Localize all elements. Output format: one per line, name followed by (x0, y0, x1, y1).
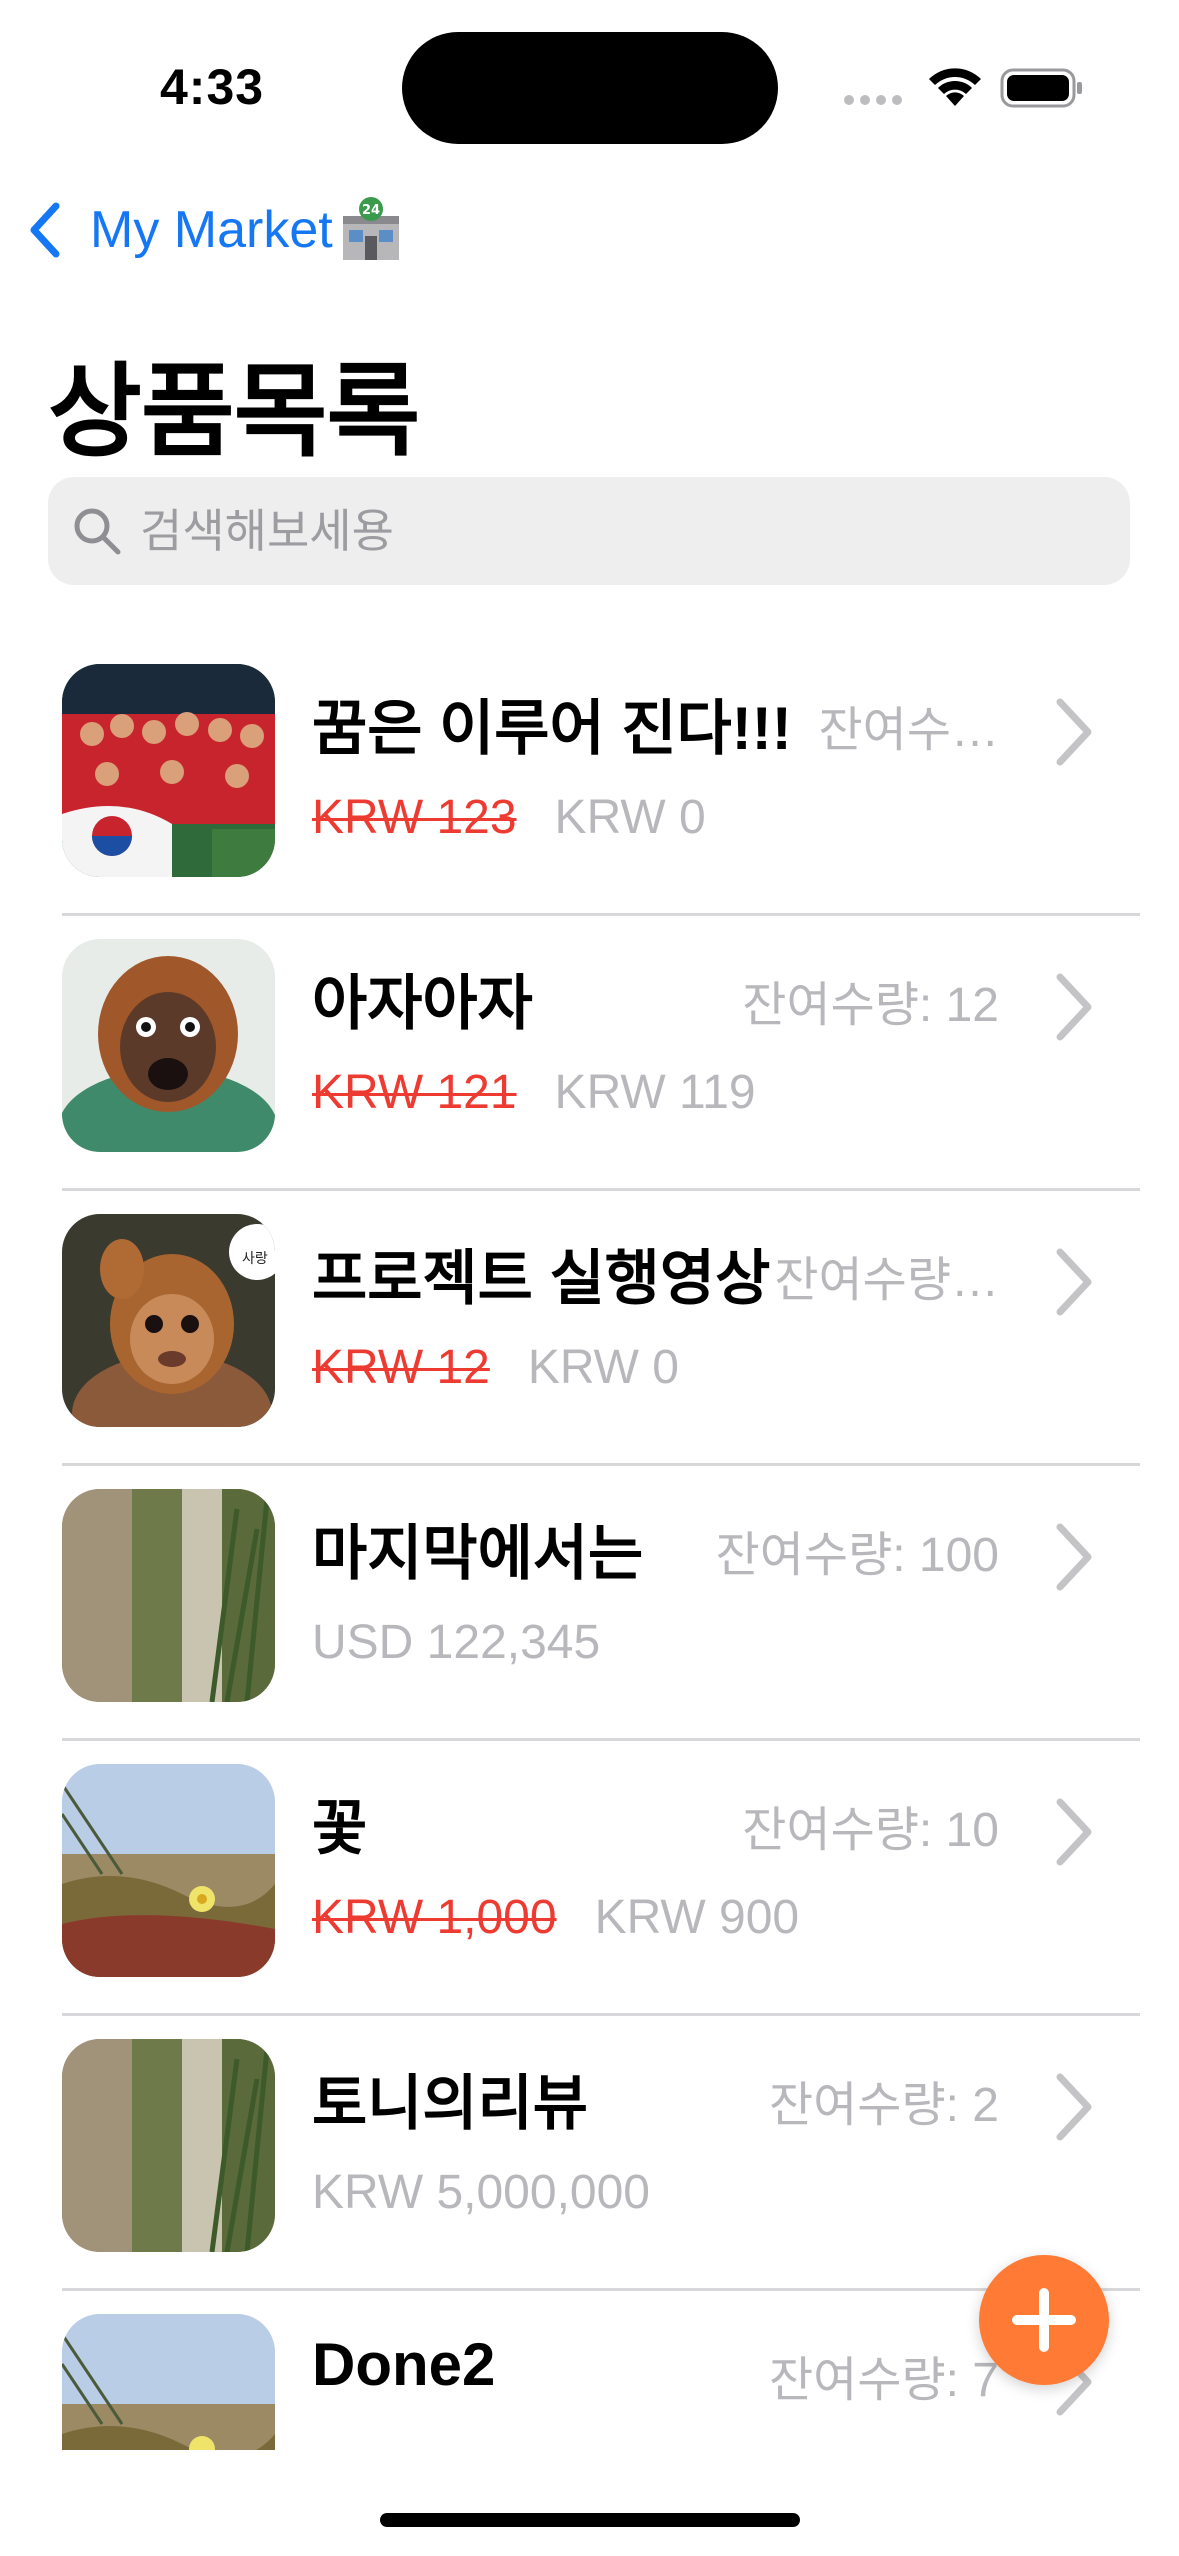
chevron-left-icon (30, 202, 60, 258)
original-price: KRW 12 (312, 1341, 490, 1394)
product-row[interactable]: 사랑 프로젝트 실행영상 잔여수량… KRW 12 KRW 0 (0, 1190, 1179, 1466)
chevron-right-icon (1056, 698, 1092, 766)
product-stock: 잔여수량: 10 (742, 1804, 999, 1857)
chevron-right-icon (1056, 1248, 1092, 1316)
product-thumbnail (62, 2314, 275, 2450)
battery-icon (1000, 68, 1082, 108)
search-bar[interactable] (48, 477, 1130, 585)
product-name: 마지막에서는 (312, 1520, 644, 1587)
add-product-button[interactable] (979, 2255, 1109, 2385)
wifi-icon (929, 68, 981, 106)
product-stock: 잔여수량: 12 (742, 979, 999, 1032)
product-thumbnail (62, 939, 275, 1152)
product-name: 꿈은 이루어 진다!!! (312, 695, 792, 762)
product-thumbnail (62, 664, 275, 877)
search-icon (74, 508, 121, 555)
product-thumbnail (62, 1764, 275, 1977)
original-price: KRW 1,000 (312, 1891, 557, 1944)
product-list[interactable]: 꿈은 이루어 진다!!! 잔여수… KRW 123 KRW 0 아자아자 잔여수량… (0, 640, 1179, 2450)
product-row[interactable]: 꿈은 이루어 진다!!! 잔여수… KRW 123 KRW 0 (0, 640, 1179, 916)
svg-text:24: 24 (362, 203, 380, 218)
chevron-right-icon (1056, 1523, 1092, 1591)
product-row[interactable]: 꽃 잔여수량: 10 KRW 1,000 KRW 900 (0, 1740, 1179, 2016)
discounted-price: KRW 119 (554, 1066, 756, 1119)
page-title: 상품목록 (48, 355, 420, 469)
product-stock: 잔여수량: 2 (768, 2079, 999, 2132)
chevron-right-icon (1056, 973, 1092, 1041)
plus-icon (1012, 2288, 1076, 2352)
chevron-right-icon (1056, 1798, 1092, 1866)
back-label: My Market (90, 201, 333, 259)
product-row[interactable]: 마지막에서는 잔여수량: 100 USD 122,345 (0, 1465, 1179, 1741)
price: USD 122,345 (312, 1616, 601, 1669)
product-stock: 잔여수량: 7 (768, 2354, 999, 2407)
product-stock: 잔여수… (818, 704, 999, 757)
home-indicator[interactable] (380, 2513, 800, 2527)
product-stock: 잔여수량: 100 (715, 1529, 999, 1582)
thumbnail-caption: 사랑 (242, 1250, 268, 1266)
original-price: KRW 123 (312, 791, 517, 844)
product-name: 꽃 (312, 1795, 368, 1862)
product-name: 아자아자 (312, 970, 533, 1037)
product-stock: 잔여수량… (774, 1254, 999, 1307)
product-name: Done2 (312, 2331, 496, 2398)
back-button[interactable]: My Market 24 (26, 197, 405, 262)
discounted-price: KRW 900 (594, 1891, 800, 1944)
price: KRW 5,000,000 (312, 2166, 650, 2219)
search-input[interactable] (138, 503, 1042, 559)
cellular-signal-icon (844, 95, 902, 105)
product-name: 프로젝트 실행영상 (312, 1245, 771, 1312)
product-row[interactable]: 아자아자 잔여수량: 12 KRW 121 KRW 119 (0, 915, 1179, 1191)
product-row[interactable]: 토니의리뷰 잔여수량: 2 KRW 5,000,000 (0, 2015, 1179, 2291)
product-thumbnail (62, 1489, 275, 1702)
dynamic-island (402, 32, 778, 144)
status-time: 4:33 (160, 59, 265, 115)
chevron-right-icon (1056, 2073, 1092, 2141)
discounted-price: KRW 0 (527, 1341, 679, 1394)
convenience-store-icon: 24 (342, 197, 399, 260)
original-price: KRW 121 (312, 1066, 517, 1119)
product-thumbnail (62, 2039, 275, 2252)
discounted-price: KRW 0 (554, 791, 706, 844)
product-name: 토니의리뷰 (312, 2070, 588, 2137)
product-thumbnail (62, 1214, 275, 1427)
